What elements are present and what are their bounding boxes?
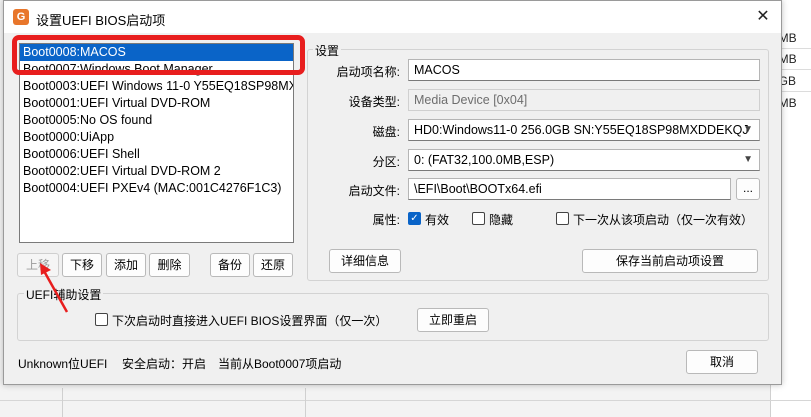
arrow-annotation-icon (40, 263, 69, 313)
